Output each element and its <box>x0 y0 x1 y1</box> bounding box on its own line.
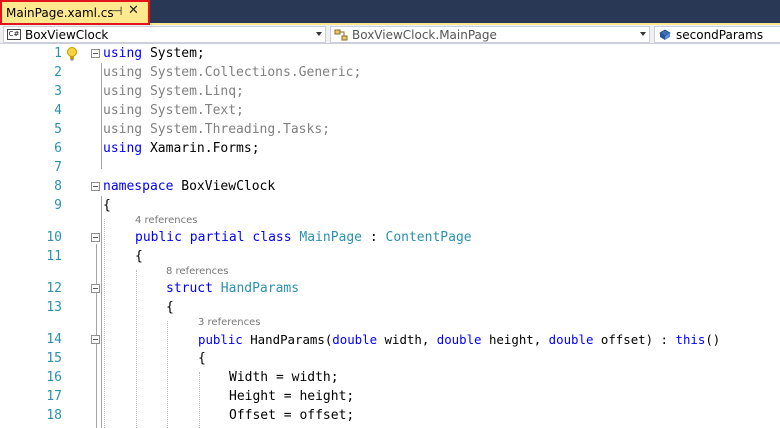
code-line[interactable]: 4 using System.Text; <box>0 101 780 120</box>
code-line[interactable]: 11 { <box>0 247 780 266</box>
lightbulb-icon[interactable] <box>66 46 78 62</box>
codelens-references[interactable]: 3 references <box>198 316 261 330</box>
line-number: 6 <box>54 141 62 156</box>
line-number: 18 <box>46 408 62 423</box>
member-dropdown[interactable]: secondParams <box>654 26 780 43</box>
code-line[interactable]: 17 Height = height; <box>0 387 780 406</box>
code-line[interactable]: 5 using System.Threading.Tasks; <box>0 120 780 139</box>
code-line[interactable]: 16 Width = width; <box>0 368 780 387</box>
line-number: 2 <box>54 65 62 80</box>
code-text: Height = height; <box>229 389 355 404</box>
type-dropdown[interactable]: BoxViewClock.MainPage <box>330 26 650 43</box>
codelens-references[interactable]: 8 references <box>166 265 229 279</box>
line-number: 9 <box>54 198 62 213</box>
code-text: public HandParams(double width, double h… <box>198 332 721 347</box>
collapse-toggle[interactable] <box>91 233 100 242</box>
project-dropdown[interactable]: C# BoxViewClock <box>3 26 326 43</box>
line-number: 17 <box>46 389 62 404</box>
document-tab[interactable]: MainPage.xaml.cs ⊣ ✕ <box>0 0 150 25</box>
code-line[interactable]: 15 { <box>0 349 780 368</box>
code-line[interactable]: 7 <box>0 158 780 177</box>
line-number: 14 <box>46 332 62 347</box>
code-text: using System; <box>103 46 205 61</box>
code-text: { <box>103 198 111 213</box>
code-line[interactable]: 10 public partial class MainPage : Conte… <box>0 228 780 247</box>
code-text: Width = width; <box>229 370 339 385</box>
code-text: using System.Collections.Generic; <box>103 65 362 80</box>
code-text: { <box>135 249 143 264</box>
project-dropdown-value: BoxViewClock <box>25 27 109 42</box>
class-icon <box>333 28 349 42</box>
line-number: 1 <box>54 46 62 61</box>
line-number: 3 <box>54 84 62 99</box>
code-line[interactable]: 13 { <box>0 298 780 317</box>
code-line[interactable]: 12 struct HandParams <box>0 279 780 298</box>
collapse-toggle[interactable] <box>91 182 100 191</box>
code-line[interactable]: 14 public HandParams(double width, doubl… <box>0 330 780 349</box>
tab-title: MainPage.xaml.cs <box>6 5 114 20</box>
code-text: using System.Threading.Tasks; <box>103 122 330 137</box>
line-number: 5 <box>54 122 62 137</box>
line-number: 15 <box>46 351 62 366</box>
code-text: { <box>198 351 206 366</box>
code-text: namespace BoxViewClock <box>103 179 276 194</box>
code-line[interactable]: 8 namespace BoxViewClock <box>0 177 780 196</box>
line-number: 10 <box>46 230 62 245</box>
code-text: Offset = offset; <box>229 408 355 423</box>
code-text: using System.Linq; <box>103 84 244 99</box>
code-editor[interactable]: 1 using System; 2 using System.Collectio… <box>0 44 780 428</box>
close-icon[interactable]: ✕ <box>128 3 139 18</box>
chevron-down-icon[interactable] <box>316 32 322 36</box>
line-number: 7 <box>54 160 62 175</box>
code-line[interactable]: 1 using System; <box>0 44 780 63</box>
field-icon <box>657 28 673 42</box>
line-number: 13 <box>46 300 62 315</box>
csharp-project-icon: C# <box>6 29 22 40</box>
line-number: 8 <box>54 179 62 194</box>
collapse-toggle[interactable] <box>91 284 100 293</box>
code-line[interactable]: 18 Offset = offset; <box>0 406 780 425</box>
type-dropdown-value: BoxViewClock.MainPage <box>352 27 497 42</box>
line-number: 12 <box>46 281 62 296</box>
code-text: struct HandParams <box>166 281 300 296</box>
code-line[interactable]: 6 using Xamarin.Forms; <box>0 139 780 158</box>
navigation-bar: C# BoxViewClock BoxViewClock.MainPage se… <box>0 25 780 44</box>
code-line[interactable]: 9 { <box>0 196 780 215</box>
collapse-toggle[interactable] <box>91 49 100 58</box>
pin-icon[interactable]: ⊣ <box>112 4 122 18</box>
codelens-references[interactable]: 4 references <box>135 214 198 228</box>
line-number: 4 <box>54 103 62 118</box>
code-text: public partial class MainPage : ContentP… <box>135 230 472 245</box>
line-number: 16 <box>46 370 62 385</box>
member-dropdown-value: secondParams <box>676 27 764 42</box>
chevron-down-icon[interactable] <box>640 32 646 36</box>
code-text: using System.Text; <box>103 103 244 118</box>
code-line[interactable]: 3 using System.Linq; <box>0 82 780 101</box>
collapse-toggle[interactable] <box>91 335 100 344</box>
code-text: { <box>166 300 174 315</box>
code-line[interactable]: 2 using System.Collections.Generic; <box>0 63 780 82</box>
line-number: 11 <box>46 249 62 264</box>
document-tab-bar: MainPage.xaml.cs ⊣ ✕ <box>0 0 780 25</box>
code-text: using Xamarin.Forms; <box>103 141 260 156</box>
